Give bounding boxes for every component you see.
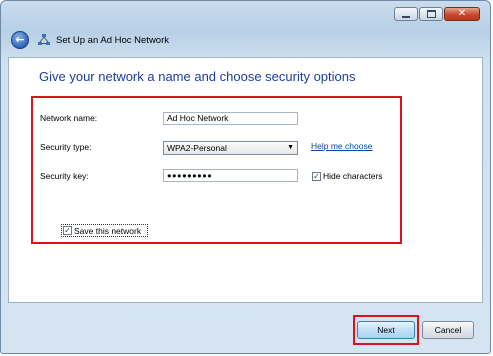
next-button[interactable]: Next xyxy=(357,321,415,339)
security-type-label: Security type: xyxy=(40,142,92,152)
security-type-select[interactable]: WPA2-Personal ▼ xyxy=(163,141,298,155)
window-controls: ✕ xyxy=(394,7,480,21)
security-key-label: Security key: xyxy=(40,171,89,181)
security-type-value: WPA2-Personal xyxy=(167,143,227,153)
back-arrow-icon: ← xyxy=(15,33,25,46)
security-key-input[interactable]: ●●●●●●●●● xyxy=(163,169,298,182)
maximize-icon xyxy=(426,10,436,18)
save-network-label: Save this network xyxy=(74,226,142,236)
minimize-icon xyxy=(402,15,410,18)
network-name-input[interactable]: Ad Hoc Network xyxy=(163,112,298,125)
wizard-window: ✕ ← Set Up an Ad Hoc Network Give your n… xyxy=(0,0,491,354)
cancel-button[interactable]: Cancel xyxy=(422,321,474,339)
hide-characters-label: Hide characters xyxy=(323,171,383,181)
save-network-checkbox[interactable]: ✓ xyxy=(63,226,72,235)
window-title: Set Up an Ad Hoc Network xyxy=(56,35,169,46)
help-me-choose-link[interactable]: Help me choose xyxy=(311,141,372,151)
maximize-button[interactable] xyxy=(419,7,443,21)
page-heading: Give your network a name and choose secu… xyxy=(39,69,356,84)
minimize-button[interactable] xyxy=(394,7,418,21)
network-name-label: Network name: xyxy=(40,113,98,123)
network-icon xyxy=(38,34,50,45)
close-icon: ✕ xyxy=(457,8,467,19)
back-button[interactable]: ← xyxy=(11,31,29,49)
dropdown-arrow-icon: ▼ xyxy=(287,144,294,151)
content-panel: Give your network a name and choose secu… xyxy=(8,57,483,303)
close-button[interactable]: ✕ xyxy=(444,7,480,21)
hide-characters-checkbox[interactable]: ✓ xyxy=(312,172,321,181)
